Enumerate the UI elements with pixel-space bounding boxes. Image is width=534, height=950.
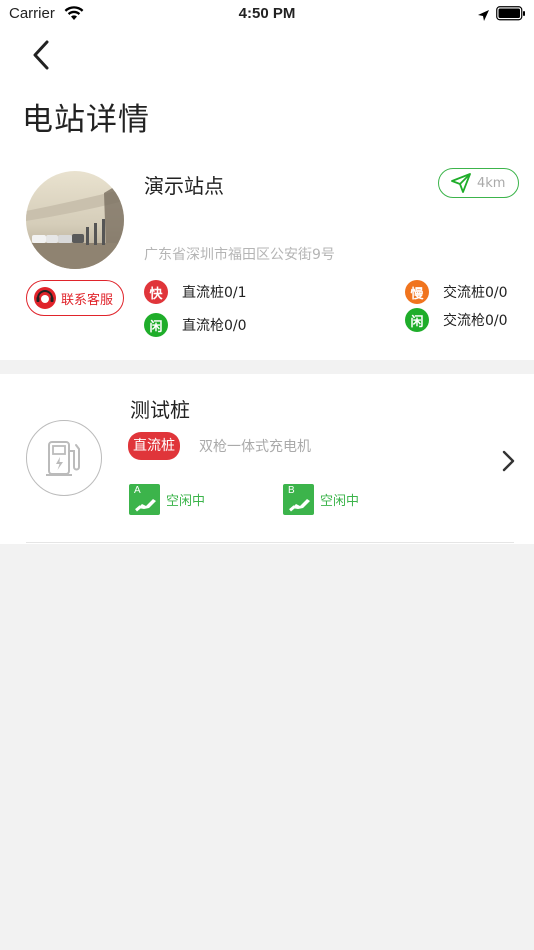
page-title: 电站详情 — [22, 102, 150, 138]
gun-a[interactable]: A 空闲中 — [129, 484, 205, 515]
station-name: 演示站点 — [144, 174, 224, 198]
ac-pile-label: 交流桩0/0 — [443, 285, 508, 301]
contact-service-label: 联系客服 — [61, 292, 114, 308]
navigation-arrow-icon — [451, 173, 471, 193]
battery-icon — [496, 6, 526, 25]
chevron-left-icon — [33, 40, 49, 70]
customer-service-icon — [34, 287, 56, 309]
pile-name: 测试桩 — [130, 398, 190, 422]
dc-gun-label: 直流枪0/0 — [182, 318, 247, 334]
pile-type-tag: 直流桩 — [128, 432, 180, 460]
navigate-button[interactable]: 4km — [438, 168, 519, 198]
ac-pile-stat: 慢 交流桩0/0 — [405, 280, 508, 304]
ac-gun-label: 交流枪0/0 — [443, 313, 508, 329]
pile-detail-arrow[interactable] — [496, 446, 520, 476]
divider — [26, 542, 514, 543]
charging-pile-icon — [26, 420, 102, 496]
distance-label: 4km — [477, 175, 506, 191]
gun-status: 空闲中 — [166, 494, 206, 509]
back-button[interactable] — [26, 38, 56, 72]
dc-pile-stat: 快 直流桩0/1 — [144, 280, 247, 304]
pile-description: 双枪一体式充电机 — [199, 439, 311, 455]
dc-gun-stat: 闲 直流枪0/0 — [144, 313, 247, 337]
slow-badge: 慢 — [405, 280, 429, 304]
gun-plug-icon: A — [129, 484, 160, 515]
idle-badge: 闲 — [405, 308, 429, 332]
station-info-panel: 电站详情 演示站点 4km 广东省深圳市福田区公安街9号 联系客服 快 直流桩0… — [0, 28, 534, 360]
dc-pile-label: 直流桩0/1 — [182, 285, 247, 301]
fast-badge: 快 — [144, 280, 168, 304]
gun-b[interactable]: B 空闲中 — [283, 484, 359, 515]
gun-plug-icon: B — [283, 484, 314, 515]
idle-badge: 闲 — [144, 313, 168, 337]
clock: 4:50 PM — [238, 5, 296, 22]
pile-card[interactable]: 测试桩 直流桩 双枪一体式充电机 A 空闲中 B 空闲中 — [0, 374, 534, 544]
gun-status: 空闲中 — [320, 494, 360, 509]
ac-gun-stat: 闲 交流枪0/0 — [405, 308, 508, 332]
location-arrow-icon — [477, 7, 490, 26]
station-photo — [26, 171, 124, 269]
station-address: 广东省深圳市福田区公安街9号 — [144, 247, 335, 263]
contact-service-button[interactable]: 联系客服 — [26, 280, 124, 316]
status-bar: Carrier 4:50 PM — [0, 0, 534, 28]
chevron-right-icon — [502, 450, 515, 472]
